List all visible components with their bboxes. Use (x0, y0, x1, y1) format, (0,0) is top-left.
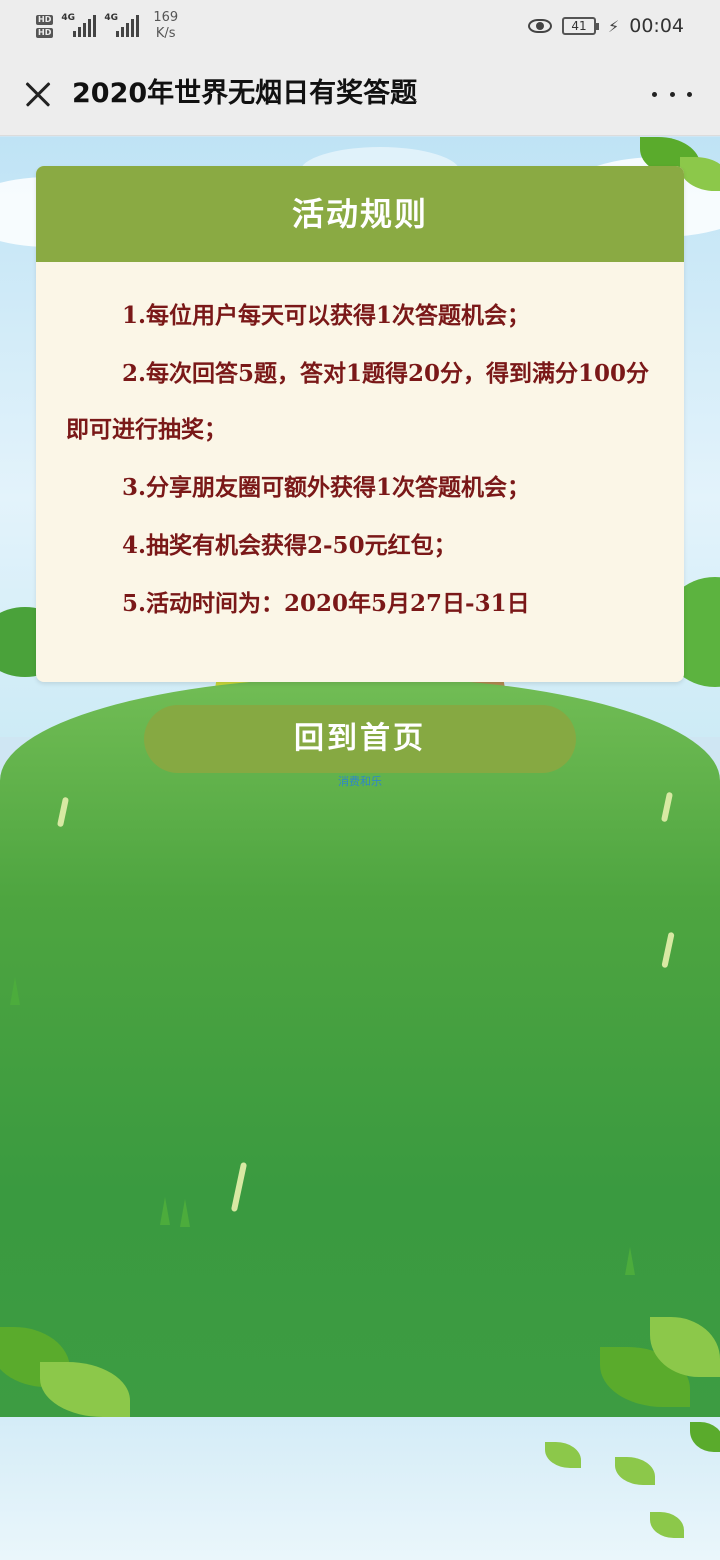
eye-icon (528, 19, 552, 33)
page-title: 2020年世界无烟日有奖答题 (72, 78, 418, 109)
bottom-sky (0, 1417, 720, 1560)
more-icon[interactable] (652, 74, 692, 114)
status-right: 41 ⚡ 00:04 (528, 12, 684, 40)
network-label-1: 4G (61, 13, 75, 23)
charging-icon: ⚡ (608, 16, 620, 36)
title-bar: 2020年世界无烟日有奖答题 (0, 52, 720, 136)
grass-blade (180, 1199, 190, 1227)
grass-blade (160, 1197, 170, 1225)
rule-item: 4.抽奖有机会获得2-50元红包； (122, 532, 457, 559)
rules-list: 1.每位用户每天可以获得1次答题机会； 2.每次回答5题，答对1题得20分，得到… (36, 262, 684, 632)
network-label-2: 4G (104, 13, 118, 23)
close-icon[interactable] (18, 74, 58, 114)
grass-blade (625, 1247, 635, 1275)
rules-header: 活动规则 (36, 166, 684, 262)
speed-value: 169 (153, 10, 179, 25)
signal-icon-2: 4G (104, 13, 140, 37)
back-home-button[interactable]: 回到首页 (144, 705, 576, 773)
hd-bottom-label: HD (36, 27, 54, 38)
grass-blade (10, 977, 20, 1005)
rule-item: 5.活动时间为：2020年5月27日-31日 (122, 590, 530, 617)
status-bar: HD HD 4G 4G 169 K/s 41 ⚡ 00:04 (0, 0, 720, 52)
signal-icon: 4G (61, 13, 97, 37)
rule-item: 3.分享朋友圈可额外获得1次答题机会； (122, 474, 531, 501)
battery-level: 41 (571, 19, 587, 33)
status-left: HD HD 4G 4G 169 K/s (36, 8, 178, 44)
footnote-text: 消费和乐 (338, 775, 382, 788)
network-speed: 169 K/s (153, 10, 178, 42)
rules-card: 活动规则 1.每位用户每天可以获得1次答题机会； 2.每次回答5题，答对1题得2… (36, 166, 684, 682)
battery-icon: 41 (562, 17, 599, 35)
speed-unit: K/s (155, 26, 176, 41)
rule-item: 1.每位用户每天可以获得1次答题机会； (122, 302, 531, 329)
rule-item: 2.每次回答5题，答对1题得20分，得到满分100分即可进行抽奖； (66, 360, 650, 443)
clock: 00:04 (629, 15, 684, 37)
hd-top-label: HD (36, 14, 54, 25)
hd-indicator: HD HD (36, 14, 54, 38)
